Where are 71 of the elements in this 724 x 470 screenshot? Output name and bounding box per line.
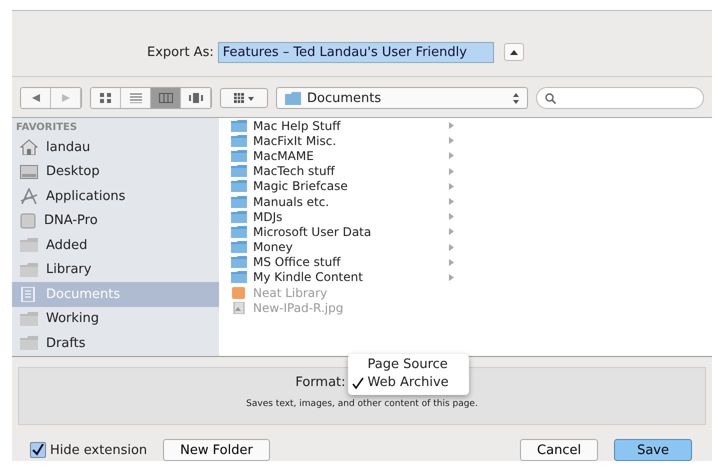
sidebar-item[interactable]: landau	[12, 135, 219, 160]
sidebar-heading: FAVORITES	[15, 121, 78, 136]
file-row[interactable]: MDJs	[231, 209, 471, 224]
dialog-button[interactable]: Cancel	[520, 439, 598, 461]
view-button[interactable]	[91, 88, 121, 108]
sidebar-item[interactable]: Added	[12, 233, 219, 258]
format-label: Format:	[295, 374, 346, 390]
checkbox[interactable]	[30, 442, 46, 458]
sidebar-item[interactable]: Library	[12, 258, 219, 282]
cover-flow-icon	[188, 93, 202, 104]
file-row[interactable]: MacTech stuff	[231, 164, 471, 179]
sidebar-item[interactable]: Applications	[12, 184, 219, 209]
folder-icon	[231, 134, 247, 147]
menu-item[interactable]: Page Source	[352, 356, 449, 374]
arrange-button[interactable]	[220, 88, 268, 108]
arrange-icon	[234, 93, 254, 104]
folder-icon	[231, 256, 247, 268]
sidebar-item[interactable]: DNA-Pro	[12, 208, 219, 234]
folder-icon	[20, 238, 38, 252]
library-icon	[231, 286, 247, 299]
file-row[interactable]: MacFixIt Misc.	[231, 133, 471, 148]
applications-icon	[20, 188, 38, 204]
export-as-label: Export As:	[147, 44, 214, 60]
folder-icon	[231, 150, 247, 162]
file-row[interactable]: Money	[231, 240, 471, 255]
folder-icon	[20, 312, 38, 326]
sidebar-item[interactable]: Drafts	[12, 331, 219, 356]
icon-view-icon	[100, 93, 112, 104]
back-button[interactable]	[21, 88, 51, 108]
image-file-icon	[231, 302, 247, 314]
folder-icon	[231, 165, 247, 178]
folder-icon	[231, 271, 247, 284]
sidebar-item[interactable]: Desktop	[12, 160, 219, 184]
view-button[interactable]	[151, 88, 181, 108]
file-row[interactable]: Mac Help Stuff	[231, 118, 471, 134]
file-row[interactable]: Microsoft User Data	[231, 224, 471, 240]
folder-icon	[231, 196, 247, 208]
desktop-icon	[20, 164, 38, 179]
list-view-icon	[130, 93, 142, 104]
dialog-button[interactable]: New Folder	[163, 439, 270, 461]
back-icon	[32, 94, 40, 102]
forward-icon	[62, 94, 70, 102]
file-row[interactable]: Magic Briefcase	[231, 178, 471, 194]
house-icon	[20, 139, 38, 156]
folder-icon	[231, 210, 247, 223]
path-popup[interactable]: Documents	[276, 87, 528, 110]
filename-field[interactable]: Features – Ted Landau's User Friendly	[218, 42, 494, 62]
file-row[interactable]: Manuals etc.	[231, 194, 471, 210]
folder-icon	[231, 180, 247, 192]
column-view-icon	[158, 93, 172, 104]
format-description: Saves text, images, and other content of this page.	[246, 398, 478, 409]
save-button[interactable]: Save	[614, 439, 692, 461]
file-row[interactable]: My Kindle Content	[231, 270, 471, 286]
folder-icon	[20, 262, 38, 277]
search-field[interactable]	[536, 87, 704, 110]
checkmark-icon	[32, 444, 44, 456]
menu-item[interactable]: Web Archive	[352, 374, 449, 392]
stepper-icon	[513, 92, 519, 104]
search-icon	[545, 92, 556, 104]
folder-icon	[231, 120, 247, 132]
collapse-button[interactable]	[504, 43, 524, 61]
folder-icon	[231, 241, 247, 254]
caret-icon	[510, 49, 518, 55]
folder-icon	[231, 226, 247, 238]
folder-icon	[285, 92, 301, 105]
file-row[interactable]: MacMAME	[231, 148, 471, 164]
file-row[interactable]: MS Office stuff	[231, 254, 471, 270]
sidebar-item[interactable]: Working	[12, 306, 219, 332]
folder-icon	[20, 336, 38, 350]
format-menu[interactable]: Page Source Web Archive	[348, 354, 469, 395]
checkbox-label[interactable]: Hide extension	[50, 442, 148, 458]
